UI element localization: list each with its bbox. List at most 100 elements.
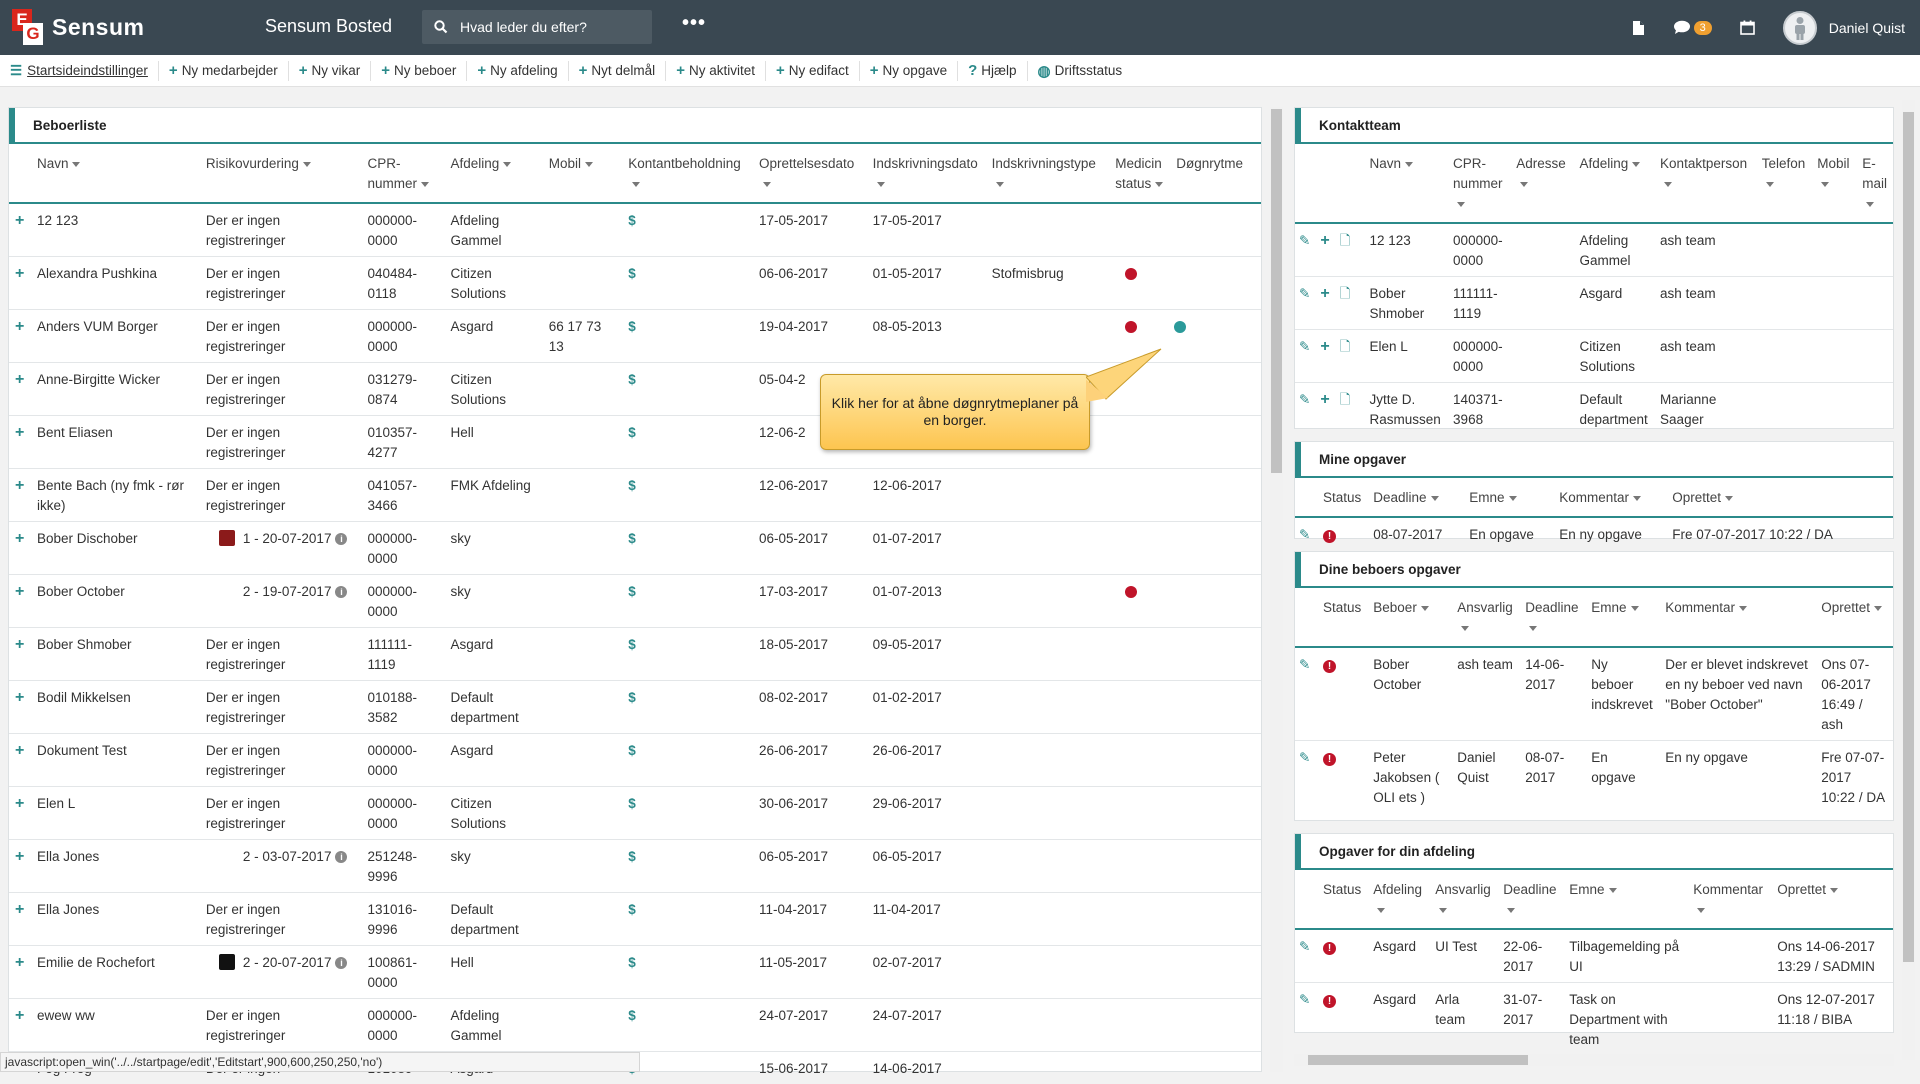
edit-cell[interactable]: ✎ [1295, 929, 1317, 983]
plus-icon[interactable]: + [15, 689, 24, 706]
subject[interactable]: Task on Department with team [1563, 983, 1687, 1056]
day-rhythm-dot[interactable] [1174, 321, 1186, 333]
column-header[interactable]: CPR-nummer [361, 144, 444, 203]
sort-caret-icon[interactable] [1457, 202, 1465, 207]
sort-caret-icon[interactable] [1609, 888, 1617, 893]
expand-cell[interactable]: + [9, 469, 31, 522]
column-header[interactable]: Deadline [1519, 588, 1585, 647]
sort-caret-icon[interactable] [763, 182, 771, 187]
resident-name[interactable]: 12 123 [31, 203, 200, 257]
sort-caret-icon[interactable] [1697, 908, 1705, 913]
resident-name[interactable]: Bente Bach (ny fmk - rør ikke) [31, 469, 200, 522]
plus-icon[interactable]: + [15, 742, 24, 759]
column-header[interactable]: Medicin status [1109, 144, 1170, 203]
expand-cell[interactable]: + [9, 999, 31, 1052]
cash-holding[interactable]: $ [622, 946, 753, 999]
scrollbar-thumb[interactable] [1308, 1055, 1528, 1065]
plus-icon[interactable]: + [15, 954, 24, 971]
expand-cell[interactable]: + [9, 734, 31, 787]
column-header[interactable]: Mobil [1811, 144, 1856, 223]
new-department-link[interactable]: +Ny afdeling [467, 61, 568, 81]
calendar-icon[interactable] [1740, 20, 1755, 35]
column-header[interactable]: Deadline [1367, 478, 1463, 517]
table-row[interactable]: ✎!Peter Jakobsen ( OLI ets )Daniel Quist… [1295, 741, 1893, 814]
table-row[interactable]: ✎!Bober Octoberash team14-06-2017Ny bebo… [1295, 647, 1893, 741]
column-header[interactable]: Oprettet [1771, 870, 1893, 929]
sort-caret-icon[interactable] [1766, 182, 1774, 187]
sort-caret-icon[interactable] [72, 162, 80, 167]
info-icon[interactable]: i [335, 533, 347, 545]
resident-name[interactable]: Bodil Mikkelsen [31, 681, 200, 734]
column-header[interactable]: Deadline [1497, 870, 1563, 929]
sort-caret-icon[interactable] [1461, 626, 1469, 631]
sort-caret-icon[interactable] [1155, 182, 1163, 187]
cash-holding[interactable]: $ [622, 1052, 753, 1084]
column-header[interactable]: Kommentar [1687, 870, 1771, 929]
startpage-settings-link[interactable]: ☰Startsideindstillinger [8, 61, 159, 81]
plus-icon[interactable]: + [15, 212, 24, 229]
plus-icon[interactable]: + [15, 901, 24, 918]
resident-name[interactable]: Ella Jones [31, 840, 200, 893]
pencil-icon[interactable]: ✎ [1299, 992, 1310, 1007]
cash-holding[interactable]: $ [622, 787, 753, 840]
pencil-icon[interactable]: ✎ [1299, 339, 1310, 354]
table-row[interactable]: +Bober ShmoberDer er ingen registreringe… [9, 628, 1261, 681]
new-substitute-link[interactable]: +Ny vikar [289, 61, 372, 81]
resident-name[interactable]: Bober Shmober [31, 628, 200, 681]
sort-caret-icon[interactable] [1431, 496, 1439, 501]
column-header[interactable]: Afdeling [1367, 870, 1429, 929]
sort-caret-icon[interactable] [1509, 496, 1517, 501]
plus-icon[interactable]: + [15, 265, 24, 282]
plus-icon[interactable]: + [15, 636, 24, 653]
subject[interactable]: Tilbagemelding på UI [1563, 929, 1687, 983]
cash-holding[interactable]: $ [622, 416, 753, 469]
expand-cell[interactable]: + [9, 681, 31, 734]
medicine-status-dot[interactable] [1125, 268, 1137, 280]
sort-caret-icon[interactable] [1421, 606, 1429, 611]
column-header[interactable]: Status [1317, 478, 1367, 517]
plus-icon[interactable]: + [1320, 338, 1329, 355]
column-header[interactable]: Ansvarlig [1451, 588, 1519, 647]
left-panel-scrollbar[interactable] [1270, 107, 1283, 1072]
column-header[interactable]: Status [1317, 870, 1367, 929]
table-row[interactable]: ✎!08-07-2017En opgaveEn ny opgaveFre 07-… [1295, 517, 1893, 550]
expand-cell[interactable]: + [9, 363, 31, 416]
table-row[interactable]: +Bente Bach (ny fmk - rør ikke)Der er in… [9, 469, 1261, 522]
sort-caret-icon[interactable] [1821, 182, 1829, 187]
sort-caret-icon[interactable] [1520, 182, 1528, 187]
pencil-icon[interactable]: ✎ [1299, 233, 1310, 248]
edit-cell[interactable]: ✎ [1295, 517, 1317, 550]
column-header[interactable]: Navn [1364, 144, 1448, 223]
alert-icon[interactable]: ! [1323, 995, 1336, 1008]
table-row[interactable]: +Anders VUM BorgerDer er ingen registrer… [9, 310, 1261, 363]
column-header[interactable]: CPR-nummer [1447, 144, 1510, 223]
scrollbar-thumb[interactable] [1903, 112, 1914, 962]
column-header[interactable]: Ansvarlig [1429, 870, 1497, 929]
sort-caret-icon[interactable] [877, 182, 885, 187]
actions-cell[interactable]: ✎+🗋 [1295, 383, 1364, 436]
operations-status-link[interactable]: ◍Driftsstatus [1028, 61, 1133, 81]
cash-holding[interactable]: $ [622, 628, 753, 681]
user-menu[interactable]: Daniel Quist [1783, 11, 1905, 45]
resident-name[interactable]: ewew ww [31, 999, 200, 1052]
column-header[interactable]: Oprettet [1815, 588, 1893, 647]
expand-cell[interactable]: + [9, 522, 31, 575]
subject[interactable]: Ny beboer indskrevet [1585, 647, 1659, 741]
document-icon[interactable]: 🗋 [1340, 286, 1351, 301]
column-header[interactable]: Kommentar [1659, 588, 1815, 647]
plus-icon[interactable]: + [15, 477, 24, 494]
table-row[interactable]: +Dokument TestDer er ingen registreringe… [9, 734, 1261, 787]
column-header[interactable]: Emne [1563, 870, 1687, 929]
table-row[interactable]: +Ella JonesDer er ingen registreringer13… [9, 893, 1261, 946]
sort-caret-icon[interactable] [421, 182, 429, 187]
resident-name[interactable]: Dokument Test [31, 734, 200, 787]
sort-caret-icon[interactable] [1377, 908, 1385, 913]
alert-icon[interactable]: ! [1323, 530, 1336, 543]
sort-caret-icon[interactable] [1529, 626, 1537, 631]
info-icon[interactable]: i [335, 957, 347, 969]
help-link[interactable]: ?Hjælp [958, 61, 1027, 81]
table-row[interactable]: +Emilie de Rochefort2 - 20-07-2017i10086… [9, 946, 1261, 999]
resident-name[interactable]: Elen L [31, 787, 200, 840]
alert-icon[interactable]: ! [1323, 942, 1336, 955]
sort-caret-icon[interactable] [1664, 182, 1672, 187]
